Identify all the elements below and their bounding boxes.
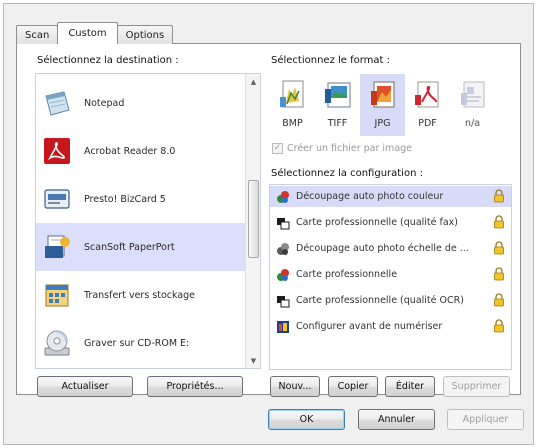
ocr-card-icon [277,295,290,307]
format-jpg[interactable]: JPG [360,74,405,136]
destination-label: Transfert vers stockage [84,289,196,301]
format-pdf[interactable]: PDF [405,74,450,136]
destination-item-bizcard[interactable]: Presto! BizCard 5 [36,175,246,223]
tab-scan[interactable]: Scan [16,25,59,44]
tab-strip: Scan Custom Options [16,22,174,44]
configuration-list[interactable]: Découpage auto photo couleur Carte profe… [269,184,512,370]
config-item-color-photo[interactable]: Découpage auto photo couleur [270,186,511,207]
one-file-per-image-checkbox-row: ✓ Créer un fichier par image [272,143,412,154]
config-label: Carte professionnelle (qualité fax) [296,217,459,228]
refresh-button[interactable]: Actualiser [37,376,133,397]
scroll-thumb[interactable] [248,180,259,258]
config-item-configure-before-scan[interactable]: Configurer avant de numériser [270,316,511,337]
notepad-icon [42,88,72,118]
config-label: Découpage auto photo échelle de ... [296,243,469,254]
config-item-card-fax[interactable]: Carte professionnelle (qualité fax) [270,212,511,233]
paperport-icon [42,232,72,262]
bw-card-icon [277,217,290,229]
config-item-gray-photo[interactable]: Découpage auto photo échelle de ... [270,238,511,259]
format-label: TIFF [327,118,348,129]
destination-scrollbar[interactable]: ▲ ▼ [245,74,260,368]
gray-photo-icon [277,242,289,255]
config-item-color-card[interactable]: Carte professionnelle [270,264,511,285]
jpg-icon [368,79,398,111]
tiff-icon [323,79,353,111]
bmp-icon [278,79,308,111]
lock-icon [494,189,504,203]
destination-label: Presto! BizCard 5 [84,193,166,205]
acrobat-reader-icon [42,136,72,166]
copy-config-button[interactable]: Copier [328,376,378,397]
destination-label: Graver sur CD-ROM E: [84,337,190,349]
format-bmp[interactable]: BMP [270,74,315,136]
destination-title: Sélectionnez la destination : [37,55,179,66]
configuration-title: Sélectionnez la configuration : [271,168,423,179]
lock-icon [494,241,504,255]
cancel-button[interactable]: Annuler [358,409,435,430]
format-label: n/a [464,118,481,129]
one-file-per-image-label: Créer un fichier par image [287,143,413,154]
ok-button[interactable]: OK [268,409,345,430]
lock-icon [494,319,504,333]
na-format-icon [458,79,488,111]
format-na[interactable]: n/a [450,74,495,136]
pdf-icon [413,79,443,111]
new-config-button[interactable]: Nouv... [270,376,320,397]
lock-icon [494,215,504,229]
destination-item-notepad[interactable]: Notepad [36,79,246,127]
tab-options[interactable]: Options [116,25,174,44]
cd-burn-icon [42,328,72,358]
config-label: Découpage auto photo couleur [296,191,444,202]
one-file-per-image-checkbox[interactable]: ✓ [272,143,283,154]
tab-custom[interactable]: Custom [57,22,118,44]
format-options: BMP TIFF JPG PDF n/a [270,74,495,136]
delete-config-button[interactable]: Supprimer [443,376,510,397]
edit-config-button[interactable]: Éditer [385,376,435,397]
format-title: Sélectionnez le format : [271,55,391,66]
config-label: Carte professionnelle [296,269,398,280]
destination-label: ScanSoft PaperPort [84,241,175,253]
format-tiff[interactable]: TIFF [315,74,360,136]
destination-label: Notepad [84,97,125,109]
dialog-window: Scan Custom Options Sélectionnez la dest… [3,3,534,445]
scroll-up-arrow-icon[interactable]: ▲ [246,74,260,89]
format-label: PDF [418,118,437,129]
config-item-card-ocr[interactable]: Carte professionnelle (qualité OCR) [270,290,511,311]
destination-item-acrobat[interactable]: Acrobat Reader 8.0 [36,127,246,175]
configure-icon [277,320,289,333]
storage-icon [42,280,72,310]
lock-icon [494,267,504,281]
bizcard-icon [42,184,72,214]
format-label: JPG [374,118,391,129]
destination-list[interactable]: Notepad Acrobat Reader 8.0 Presto! BizCa… [35,73,261,369]
color-photo-icon [277,190,289,203]
destination-item-storage[interactable]: Transfert vers stockage [36,271,246,319]
config-label: Configurer avant de numériser [296,321,443,332]
apply-button[interactable]: Appliquer [447,409,524,430]
scroll-down-arrow-icon[interactable]: ▼ [246,353,260,368]
destination-item-cd-burn[interactable]: Graver sur CD-ROM E: [36,319,246,367]
destination-item-paperport[interactable]: ScanSoft PaperPort [36,223,246,271]
properties-button[interactable]: Propriétés... [147,376,243,397]
custom-tab-panel: Sélectionnez la destination : Notepad Ac… [16,43,521,397]
color-card-icon [277,268,289,281]
config-label: Carte professionnelle (qualité OCR) [296,295,464,306]
lock-icon [494,293,504,307]
destination-label: Acrobat Reader 8.0 [84,145,176,157]
format-label: BMP [282,118,303,129]
